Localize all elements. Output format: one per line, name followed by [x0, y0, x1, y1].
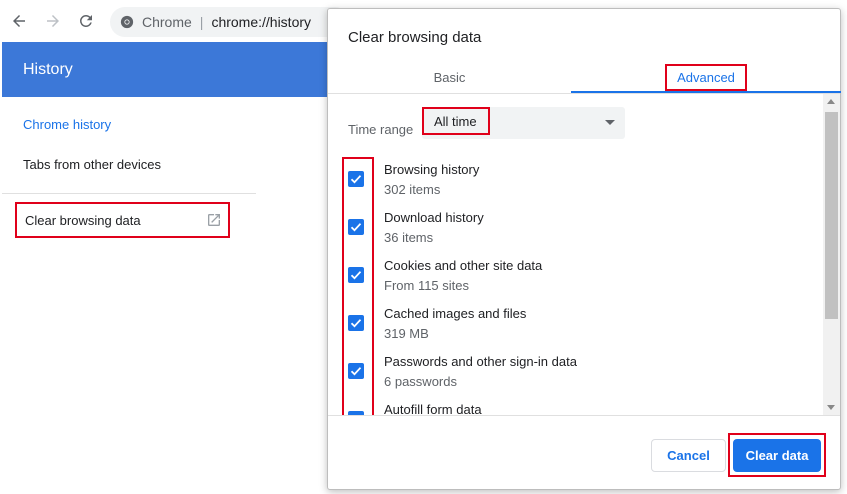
dropdown-arrow-icon — [605, 120, 615, 125]
checkmark-icon — [350, 175, 362, 184]
list-item-passwords[interactable]: Passwords and other sign-in data 6 passw… — [328, 350, 823, 398]
item-title: Download history — [384, 210, 484, 225]
omnibox-url: chrome://history — [211, 14, 312, 30]
checkbox-browsing-history[interactable] — [348, 171, 364, 187]
item-detail: 36 items — [384, 230, 434, 245]
address-bar[interactable]: Chrome | chrome://history — [110, 7, 350, 37]
dialog-scroll-area[interactable]: Time range All time Browsing history 302… — [328, 94, 840, 415]
dialog-title: Clear browsing data — [348, 29, 482, 46]
checkmark-icon — [350, 319, 362, 328]
omnibox-host-label: Chrome — [142, 14, 192, 30]
history-header: History — [2, 42, 328, 97]
dialog-scrollbar[interactable] — [823, 94, 840, 415]
list-item-browsing-history[interactable]: Browsing history 302 items — [328, 158, 823, 206]
omnibox-separator: | — [199, 14, 204, 30]
time-range-value: All time — [422, 107, 490, 135]
list-item-autofill[interactable]: Autofill form data — [328, 398, 823, 415]
item-title: Cached images and files — [384, 306, 527, 321]
item-detail: 302 items — [384, 182, 441, 197]
time-range-label: Time range — [348, 122, 414, 137]
tab-advanced[interactable]: Advanced — [571, 61, 841, 93]
checkmark-icon — [350, 223, 362, 232]
item-title: Autofill form data — [384, 402, 482, 415]
list-item-cached-images[interactable]: Cached images and files 319 MB — [328, 302, 823, 350]
page-title: History — [23, 61, 73, 78]
item-detail: 6 passwords — [384, 374, 457, 389]
back-arrow-icon[interactable] — [8, 10, 30, 32]
checkbox-passwords[interactable] — [348, 363, 364, 379]
tab-basic[interactable]: Basic — [328, 61, 571, 93]
clear-browsing-data-dialog: Clear browsing data Basic Advanced Time … — [327, 8, 841, 490]
checkbox-download-history[interactable] — [348, 219, 364, 235]
item-title: Cookies and other site data — [384, 258, 543, 273]
forward-arrow-icon[interactable] — [42, 10, 64, 32]
sidebar-item-chrome-history[interactable]: Chrome history — [23, 117, 111, 132]
list-item-download-history[interactable]: Download history 36 items — [328, 206, 823, 254]
history-sidebar: Chrome history Tabs from other devices C… — [2, 97, 328, 252]
checkmark-icon — [350, 271, 362, 280]
item-detail: 319 MB — [384, 326, 429, 341]
footer-divider — [328, 415, 840, 416]
checkbox-cookies[interactable] — [348, 267, 364, 283]
list-item-cookies[interactable]: Cookies and other site data From 115 sit… — [328, 254, 823, 302]
tab-basic-label: Basic — [433, 69, 466, 85]
item-title: Passwords and other sign-in data — [384, 354, 577, 369]
checkmark-icon — [350, 367, 362, 376]
scrollbar-thumb[interactable] — [825, 112, 838, 319]
sidebar-divider — [2, 193, 256, 194]
item-title: Browsing history — [384, 162, 480, 177]
checkbox-cached-images[interactable] — [348, 315, 364, 331]
time-range-select[interactable]: All time — [422, 107, 625, 139]
reload-icon[interactable] — [75, 10, 97, 32]
open-in-new-icon — [206, 212, 222, 228]
clear-data-button[interactable]: Clear data — [733, 439, 821, 472]
chrome-logo-icon — [120, 15, 134, 29]
cancel-button[interactable]: Cancel — [651, 439, 726, 472]
item-detail: From 115 sites — [384, 278, 470, 293]
sidebar-item-label: Clear browsing data — [25, 212, 141, 228]
scroll-up-arrow-icon[interactable] — [827, 99, 835, 104]
tab-advanced-label: Advanced — [665, 63, 747, 91]
sidebar-item-tabs-other-devices[interactable]: Tabs from other devices — [23, 157, 161, 172]
sidebar-item-clear-browsing-data[interactable]: Clear browsing data — [15, 202, 230, 238]
scroll-down-arrow-icon[interactable] — [827, 405, 835, 410]
